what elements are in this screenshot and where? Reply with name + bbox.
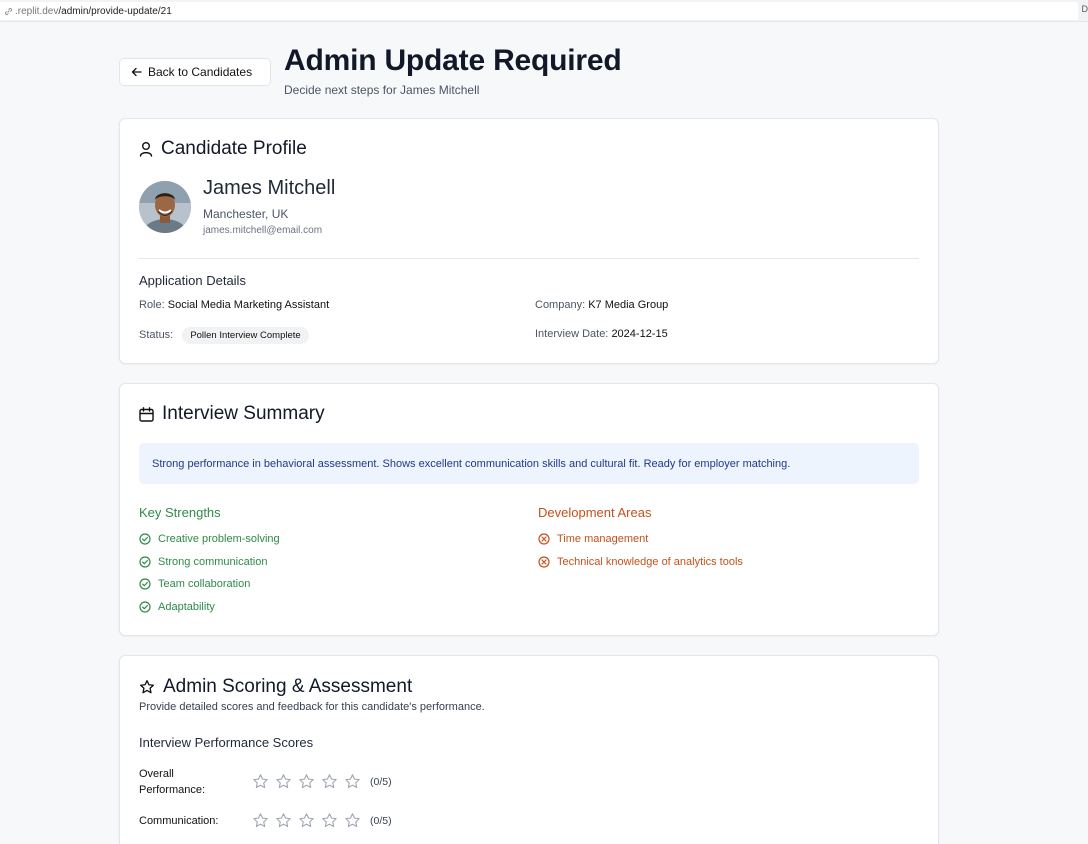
star-rating-communication[interactable]: (0/5) [252, 812, 392, 829]
interview-summary-title: Interview Summary [162, 403, 325, 424]
candidate-profile-card: Candidate Profile James Mitchell Manches… [119, 118, 939, 364]
star-rating-icon[interactable] [344, 812, 361, 829]
admin-scoring-subtitle: Provide detailed scores and feedback for… [139, 701, 485, 713]
check-circle-icon [139, 578, 151, 590]
star-rating-icon[interactable] [252, 812, 269, 829]
arrow-left-icon [131, 67, 142, 77]
link-icon [4, 7, 13, 15]
interview-date-label: Interview Date: [535, 328, 609, 340]
star-icon [140, 680, 154, 694]
status-field: Status: Pollen Interview Complete [139, 327, 309, 344]
url-host: .replit.dev [15, 5, 59, 17]
check-circle-icon [139, 533, 151, 545]
development-text: Time management [557, 533, 649, 545]
candidate-profile-title: Candidate Profile [161, 138, 307, 159]
summary-text: Strong performance in behavioral assessm… [152, 457, 791, 470]
star-rating-overall[interactable]: (0/5) [252, 773, 392, 790]
strength-text: Adaptability [158, 601, 215, 613]
score-count-communication: (0/5) [370, 814, 392, 827]
back-to-candidates-button[interactable]: Back to Candidates [119, 58, 271, 86]
star-rating-icon[interactable] [344, 773, 361, 790]
admin-scoring-title: Admin Scoring & Assessment [163, 676, 413, 697]
browser-address-bar: .replit.dev/admin/provide-update/21 D [0, 0, 1088, 22]
role-value: Social Media Marketing Assistant [167, 299, 330, 311]
candidate-profile-heading: Candidate Profile [139, 138, 307, 160]
divider [139, 258, 919, 259]
development-item: Technical knowledge of analytics tools [538, 556, 743, 568]
development-areas-heading: Development Areas [538, 505, 652, 520]
strength-item: Adaptability [139, 601, 215, 613]
application-details-heading: Application Details [139, 273, 246, 288]
status-label: Status: [139, 329, 174, 341]
star-rating-icon[interactable] [298, 773, 315, 790]
score-label-communication: Communication: [139, 815, 219, 827]
star-rating-icon[interactable] [321, 773, 338, 790]
check-circle-icon [139, 601, 151, 613]
star-rating-icon[interactable] [321, 812, 338, 829]
admin-scoring-card: Admin Scoring & Assessment Provide detai… [119, 655, 939, 844]
interview-summary-card: Interview Summary Strong performance in … [119, 383, 939, 636]
strength-item: Team collaboration [139, 578, 250, 590]
strength-text: Creative problem-solving [158, 533, 280, 545]
star-rating-icon[interactable] [275, 812, 292, 829]
user-icon [139, 142, 153, 157]
check-circle-icon [139, 556, 151, 568]
key-strengths-heading: Key Strengths [139, 505, 221, 520]
role-label: Role: [139, 299, 165, 311]
candidate-email: james.mitchell@email.com [203, 225, 323, 236]
page-title: Admin Update Required [284, 44, 622, 77]
strength-item: Strong communication [139, 556, 267, 568]
strength-text: Strong communication [158, 556, 268, 568]
role-field: Role: Social Media Marketing Assistant [139, 299, 329, 311]
star-rating-icon[interactable] [275, 773, 292, 790]
company-value: K7 Media Group [588, 299, 669, 311]
performance-scores-heading: Interview Performance Scores [139, 735, 314, 750]
x-circle-icon [538, 556, 550, 568]
url-edge-char: D [1081, 4, 1088, 14]
url-field[interactable]: .replit.dev/admin/provide-update/21 [0, 2, 1078, 20]
company-field: Company: K7 Media Group [535, 299, 668, 311]
admin-scoring-heading: Admin Scoring & Assessment [139, 676, 412, 698]
development-item: Time management [538, 533, 648, 545]
summary-callout: Strong performance in behavioral assessm… [139, 443, 919, 484]
development-text: Technical knowledge of analytics tools [557, 556, 743, 568]
score-count-overall: (0/5) [370, 775, 392, 788]
interview-date-field: Interview Date: 2024-12-15 [535, 328, 668, 340]
candidate-location: Manchester, UK [203, 207, 289, 221]
company-label: Company: [535, 299, 586, 311]
star-rating-icon[interactable] [298, 812, 315, 829]
page-subtitle: Decide next steps for James Mitchell [284, 83, 480, 97]
x-circle-icon [538, 533, 550, 545]
star-rating-icon[interactable] [252, 773, 269, 790]
interview-summary-heading: Interview Summary [139, 403, 325, 425]
score-label-overall: Overall Performance: [139, 768, 206, 796]
strength-text: Team collaboration [158, 578, 251, 590]
interview-date-value: 2024-12-15 [611, 328, 668, 340]
avatar [139, 181, 191, 233]
back-button-label: Back to Candidates [148, 65, 253, 79]
status-badge: Pollen Interview Complete [182, 327, 309, 344]
calendar-icon [139, 406, 154, 422]
strength-item: Creative problem-solving [139, 533, 280, 545]
url-path: /admin/provide-update/21 [58, 5, 172, 17]
candidate-name: James Mitchell [203, 177, 336, 199]
